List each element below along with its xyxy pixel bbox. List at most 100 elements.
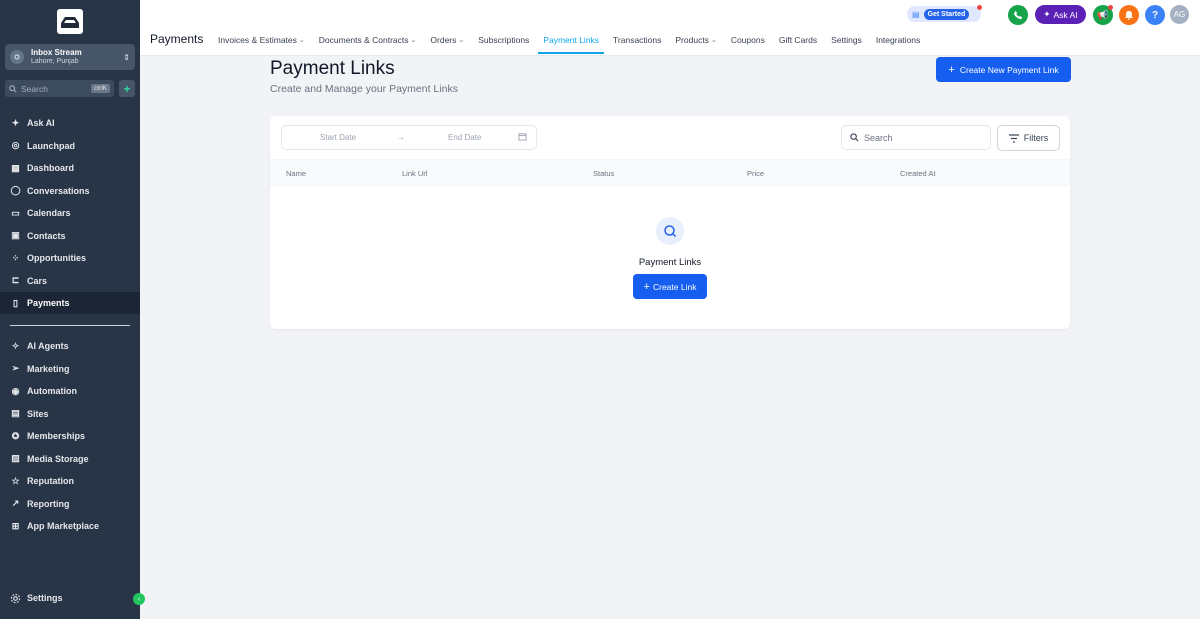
sidebar-item-sites[interactable]: ▤ Sites <box>0 403 140 425</box>
sidebar-item-launchpad[interactable]: ◎ Launchpad <box>0 135 140 157</box>
sidebar-item-marketing[interactable]: ➢ Marketing <box>0 358 140 380</box>
empty-state-title: Payment Links <box>638 257 702 268</box>
sidebar-item-media-storage[interactable]: ▨ Media Storage <box>0 448 140 470</box>
plus-icon: + <box>948 63 955 76</box>
star-icon: ☆ <box>11 475 20 486</box>
megaphone-icon: 📢 <box>1097 9 1109 20</box>
sidebar-item-label: Ask AI <box>27 118 55 128</box>
sidebar-item-reputation[interactable]: ☆ Reputation <box>0 470 140 492</box>
tab-payment-links[interactable]: Payment Links <box>538 26 604 54</box>
automation-icon: ◉ <box>11 385 20 396</box>
calendar-icon <box>518 132 527 143</box>
sidebar-item-label: Opportunities <box>27 253 86 263</box>
end-date-placeholder: End Date <box>448 133 482 142</box>
date-range-picker[interactable]: Start Date → End Date <box>281 125 537 150</box>
sparkle-icon: ✦ <box>11 117 20 128</box>
sidebar-search-input[interactable]: Search ctrlK <box>5 80 114 97</box>
sidebar-item-label: Media Storage <box>27 453 89 464</box>
announcements-button[interactable]: 📢 <box>1093 5 1113 25</box>
sidebar-item-cars[interactable]: ⊏ Cars <box>0 270 140 292</box>
tab-integrations[interactable]: Integrations <box>876 26 920 54</box>
ask-ai-label: Ask AI <box>1053 9 1078 20</box>
send-icon: ➢ <box>11 363 20 373</box>
sparkle-icon: ✦ <box>1043 9 1051 19</box>
sidebar-item-app-marketplace[interactable]: ⊞ App Marketplace <box>0 515 140 537</box>
contacts-icon: ▣ <box>11 230 20 240</box>
sidebar-item-conversations[interactable]: ◯ Conversations <box>0 180 140 202</box>
sidebar-item-calendars[interactable]: ▭ Calendars <box>0 202 140 224</box>
sites-icon: ▤ <box>11 408 20 418</box>
page-title: Payments <box>150 32 204 46</box>
sidebar-item-payments[interactable]: ▯ Payments <box>0 292 140 314</box>
tab-gift-cards[interactable]: Gift Cards <box>779 26 817 54</box>
sidebar-item-reporting[interactable]: ↗ Reporting <box>0 493 140 515</box>
sidebar-item-ask-ai[interactable]: ✦ Ask AI <box>0 112 140 134</box>
payment-links-card: Start Date → End Date Search Filters Nam… <box>270 116 1070 329</box>
chevron-down-icon: ⌄ <box>710 37 717 44</box>
notification-dot <box>1108 5 1113 10</box>
tab-invoices-estimates[interactable]: Invoices & Estimates ⌄ <box>218 26 305 54</box>
create-link-button[interactable]: + Create Link <box>633 274 707 299</box>
tab-label: Products <box>675 35 709 45</box>
create-new-payment-link-label: Create New Payment Link <box>959 64 1059 75</box>
sidebar-item-memberships[interactable]: ✪ Memberships <box>0 425 140 447</box>
table-header: Name Link Url Status Price Created At <box>270 159 1070 186</box>
help-button[interactable]: ? <box>1145 5 1165 25</box>
tab-coupons[interactable]: Coupons <box>731 26 765 54</box>
column-header-status[interactable]: Status <box>593 169 614 178</box>
get-started-widget[interactable]: ▤ Get Started <box>907 5 982 22</box>
quick-add-button[interactable]: + <box>119 80 135 97</box>
tab-settings[interactable]: Settings <box>831 26 862 54</box>
sidebar-item-label: App Marketplace <box>27 521 100 531</box>
sidebar-item-contacts[interactable]: ▣ Contacts <box>0 225 140 247</box>
chat-icon: ◯ <box>10 185 21 195</box>
get-started-button[interactable]: Get Started <box>923 8 970 20</box>
filters-button[interactable]: Filters <box>997 125 1060 151</box>
tab-label: Orders <box>430 35 457 45</box>
ai-agents-icon: ✧ <box>11 340 20 351</box>
phone-button[interactable] <box>1008 5 1028 25</box>
tab-label: Transactions <box>613 35 662 45</box>
search-input[interactable]: Search <box>841 125 991 150</box>
receipt-icon: ▯ <box>13 297 18 308</box>
filter-icon <box>1008 133 1019 143</box>
tab-subscriptions[interactable]: Subscriptions <box>478 26 529 54</box>
tab-label: Coupons <box>730 35 765 45</box>
image-icon: ▨ <box>11 453 20 463</box>
tab-products[interactable]: Products ⌄ <box>675 26 716 54</box>
column-header-name[interactable]: Name <box>286 169 306 178</box>
tab-label: Subscriptions <box>478 35 530 45</box>
column-header-price[interactable]: Price <box>747 169 764 178</box>
sidebar-item-settings[interactable]: Settings <box>0 587 140 609</box>
car-icon: ⊏ <box>11 275 20 285</box>
app-logo[interactable] <box>57 9 83 34</box>
tab-label: Gift Cards <box>778 35 818 45</box>
tab-label: Payment Links <box>543 35 600 45</box>
sidebar-item-dashboard[interactable]: ▦ Dashboard <box>0 157 140 179</box>
account-switcher[interactable]: Inbox Stream Lahore, Punjab ⇕ <box>5 44 135 70</box>
column-header-created-at[interactable]: Created At <box>900 169 935 178</box>
notifications-button[interactable] <box>1119 5 1139 25</box>
sidebar-item-automation[interactable]: ◉ Automation <box>0 380 140 402</box>
sidebar-item-label: Calendars <box>27 208 71 218</box>
sidebar-item-opportunities[interactable]: ⁘ Opportunities <box>0 247 140 269</box>
sidebar-item-label: Memberships <box>27 431 86 441</box>
avatar[interactable]: AG <box>1170 5 1189 24</box>
sidebar-item-label: Reporting <box>27 498 70 509</box>
empty-state-search-icon <box>656 217 684 245</box>
tab-orders[interactable]: Orders ⌄ <box>430 26 464 54</box>
ask-ai-button[interactable]: ✦ Ask AI <box>1035 5 1086 24</box>
sidebar-item-label: Cars <box>27 275 48 286</box>
sidebar-item-label: Contacts <box>27 230 66 241</box>
chevron-down-icon: ⌄ <box>298 37 305 44</box>
collapse-sidebar-button[interactable]: ‹ <box>133 593 145 605</box>
tab-documents-contracts[interactable]: Documents & Contracts ⌄ <box>319 26 417 54</box>
create-new-payment-link-button[interactable]: + Create New Payment Link <box>936 57 1071 82</box>
chart-icon: ↗ <box>11 498 20 508</box>
column-header-link-url[interactable]: Link Url <box>402 169 427 178</box>
checklist-icon: ▤ <box>912 9 920 19</box>
sidebar-item-ai-agents[interactable]: ✧ AI Agents <box>0 335 140 357</box>
phone-icon <box>1013 10 1023 20</box>
tab-transactions[interactable]: Transactions <box>613 26 661 54</box>
sidebar-item-label: Reputation <box>27 476 74 486</box>
